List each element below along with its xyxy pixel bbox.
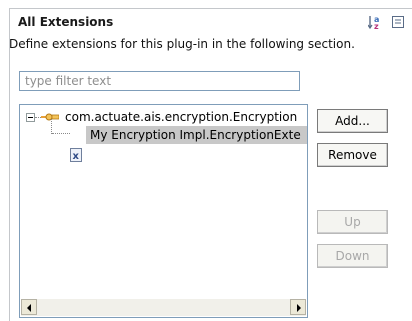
section-description: Define extensions for this plug-in in th… — [9, 37, 355, 51]
section-title: All Extensions — [18, 15, 114, 29]
collapse-toggle-icon[interactable] — [26, 113, 35, 122]
add-button[interactable]: Add... — [317, 109, 388, 133]
svg-text:x: x — [73, 151, 80, 162]
remove-button[interactable]: Remove — [317, 143, 388, 167]
xml-element-icon: x — [70, 148, 82, 162]
horizontal-scrollbar[interactable] — [21, 299, 306, 316]
svg-text:z: z — [374, 22, 379, 30]
extensions-tree[interactable]: com.actuate.ais.encryption.Encryption x … — [19, 104, 308, 318]
sort-alphabetical-icon[interactable]: a z — [368, 14, 384, 30]
tree-connector — [51, 119, 52, 134]
scroll-left-button[interactable] — [21, 299, 37, 315]
extension-point-icon — [41, 113, 59, 121]
up-button[interactable]: Up — [317, 210, 388, 234]
tree-item-label: My Encryption Impl.EncryptionExte — [90, 128, 301, 142]
tree-item-label: com.actuate.ais.encryption.Encryption — [65, 110, 298, 124]
scroll-right-button[interactable] — [290, 299, 306, 315]
arrow-right-icon — [297, 304, 301, 312]
filter-input[interactable] — [19, 71, 300, 91]
section-header: All Extensions a z — [10, 9, 412, 36]
collapse-all-icon[interactable] — [391, 15, 405, 29]
down-button[interactable]: Down — [317, 244, 388, 268]
arrow-left-icon — [27, 304, 31, 312]
tree-connector — [52, 133, 70, 134]
